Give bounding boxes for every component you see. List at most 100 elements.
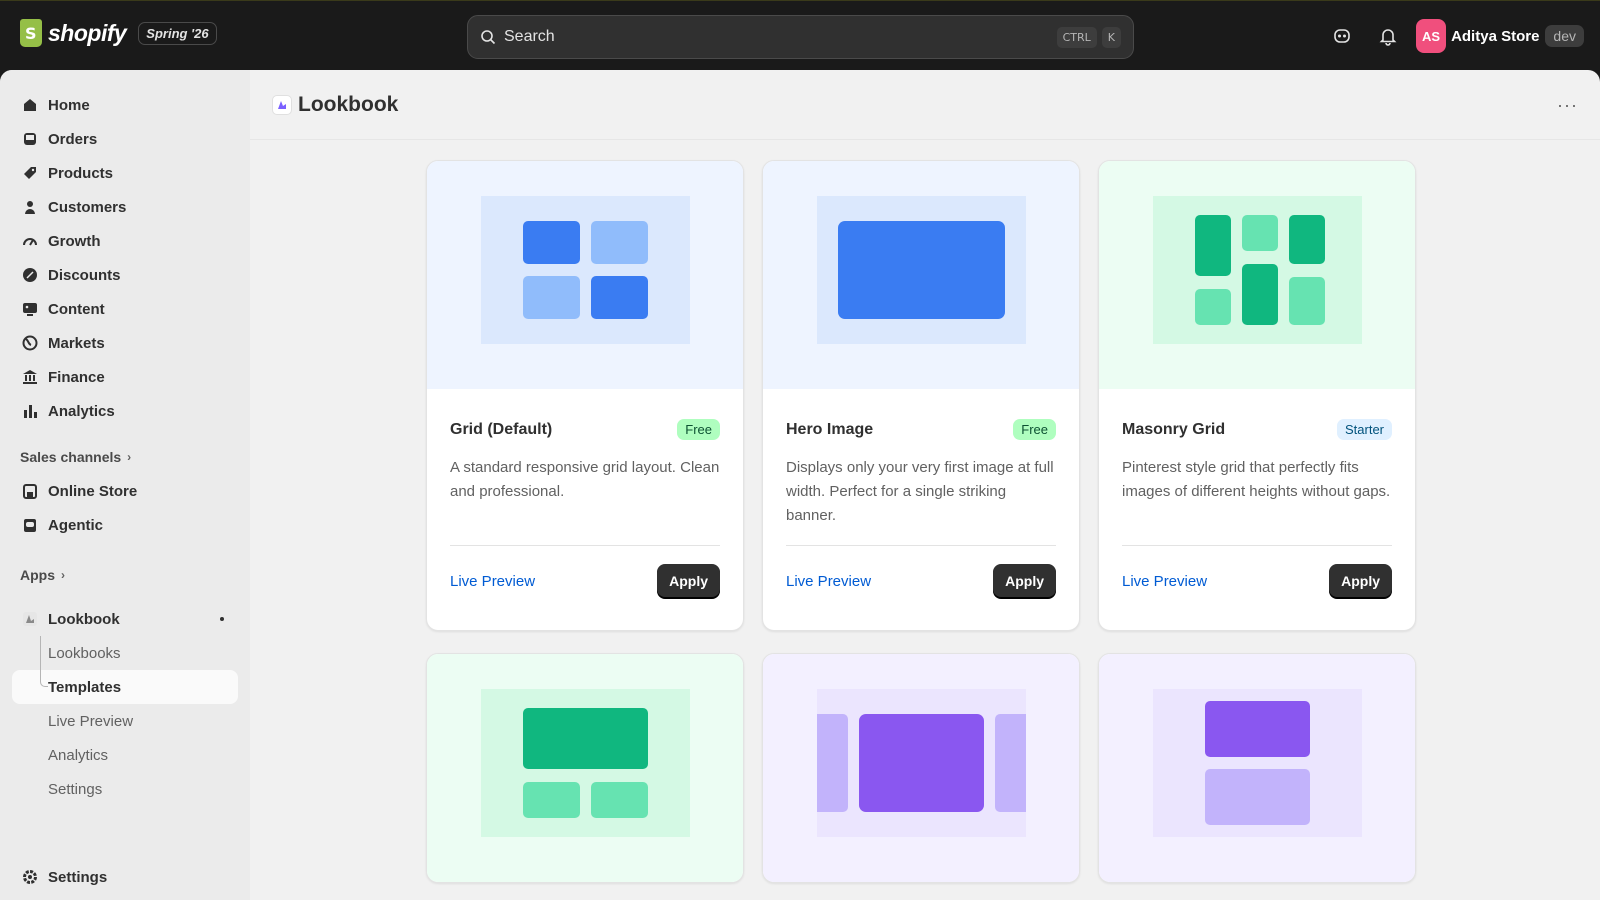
illustration-block [591, 782, 648, 818]
logo-text: shopify [48, 19, 127, 46]
hero-layout-illustration [817, 196, 1026, 344]
avatar[interactable]: AS [1416, 19, 1447, 53]
illustration-block [1195, 289, 1231, 325]
inbox-icon [20, 129, 40, 149]
sidebar-item-settings[interactable]: Settings [12, 860, 107, 894]
sidebar-item-label: Orders [48, 130, 98, 148]
live-preview-link[interactable]: Live Preview [1122, 573, 1207, 590]
template-card-body: Hero Image Free Displays only your very … [763, 389, 1079, 630]
sidekick-icon[interactable] [1324, 18, 1360, 54]
template-description: A standard responsive grid layout. Clean… [450, 459, 720, 500]
template-card: Grid (Default) Free A standard responsiv… [426, 160, 744, 631]
sidebar-item-home[interactable]: Home [12, 88, 238, 122]
plan-badge: Free [1013, 419, 1056, 440]
live-preview-link[interactable]: Live Preview [786, 573, 871, 590]
store-name[interactable]: Aditya Store [1451, 28, 1539, 45]
env-badge: dev [1545, 25, 1584, 47]
illustration-block [523, 708, 648, 769]
template-title: Masonry Grid [1122, 420, 1226, 438]
sidebar-item-agentic[interactable]: Agentic [12, 508, 238, 542]
sidebar-item-products[interactable]: Products [12, 156, 238, 190]
sidebar-item-label: Settings [48, 868, 108, 886]
sidebar-item-online-store[interactable]: Online Store [12, 474, 238, 508]
person-icon [20, 197, 40, 217]
masonry-layout-illustration [1153, 196, 1362, 344]
robot-icon [20, 515, 40, 535]
template-grid: Grid (Default) Free A standard responsiv… [426, 160, 1416, 883]
template-card [426, 653, 744, 883]
gauge-icon [20, 231, 40, 251]
sidebar-item-label: Online Store [48, 482, 138, 500]
gear-icon [20, 867, 40, 887]
sidebar-item-discounts[interactable]: Discounts [12, 258, 238, 292]
sidebar-item-finance[interactable]: Finance [12, 360, 238, 394]
chevron-right-icon: › [61, 568, 65, 582]
divider [1122, 545, 1392, 546]
template-preview [1099, 161, 1415, 389]
illustration-block [1205, 701, 1310, 757]
tag-icon [20, 163, 40, 183]
template-card [1098, 653, 1416, 883]
home-icon [20, 95, 40, 115]
divider [786, 545, 1056, 546]
search-bar[interactable]: CTRL K [467, 15, 1134, 59]
sidebar-subitem-label: Lookbooks [48, 644, 121, 662]
main-content: Lookbook ··· Grid (Default) Free A stand… [250, 70, 1600, 900]
sidebar-item-label: Customers [48, 198, 127, 216]
shopify-bag-icon [20, 19, 42, 47]
sidebar-item-label: Analytics [48, 402, 115, 420]
section-label: Apps [20, 567, 55, 583]
page-title: Lookbook [298, 92, 399, 116]
template-title: Hero Image [786, 420, 874, 438]
sidebar-item-label: Discounts [48, 266, 121, 284]
sidebar-item-label: Growth [48, 232, 101, 250]
template-card: Masonry Grid Starter Pinterest style gri… [1098, 160, 1416, 631]
sidebar-item-label: Content [48, 300, 105, 318]
globe-icon [20, 333, 40, 353]
illustration-block [995, 714, 1026, 812]
shopify-logo[interactable]: shopify Spring '26 [20, 19, 217, 47]
more-actions-button[interactable]: ··· [1557, 95, 1578, 116]
template-preview [763, 161, 1079, 389]
sidebar-item-growth[interactable]: Growth [12, 224, 238, 258]
apply-button[interactable]: Apply [1329, 564, 1392, 598]
template-preview [763, 654, 1079, 882]
grid-layout-illustration [481, 196, 690, 344]
sidebar-item-label: Products [48, 164, 114, 182]
pin-dot [220, 617, 224, 621]
template-card [762, 653, 1080, 883]
illustration-block [1195, 215, 1231, 276]
illustration-block [523, 782, 580, 818]
sidebar-subitem-live-preview[interactable]: Live Preview [12, 704, 238, 738]
tree-line [40, 636, 41, 670]
sidebar-item-label: Home [48, 96, 90, 114]
sidebar-item-orders[interactable]: Orders [12, 122, 238, 156]
sidebar-item-label: Lookbook [48, 610, 120, 628]
apply-button[interactable]: Apply [657, 564, 720, 598]
sidebar-item-analytics[interactable]: Analytics [12, 394, 238, 428]
sidebar-subitem-lookbooks[interactable]: Lookbooks [12, 636, 238, 670]
sidebar-subitem-templates[interactable]: Templates [12, 670, 238, 704]
sales-channels-header[interactable]: Sales channels › [12, 440, 238, 474]
sidebar-item-lookbook[interactable]: Lookbook [12, 602, 238, 636]
admin-shell: Home Orders Products Customers Growth Di… [0, 70, 1600, 900]
top-bar: shopify Spring '26 CTRL K AS Aditya Stor… [0, 0, 1600, 70]
edition-badge: Spring '26 [138, 21, 217, 45]
sidebar-item-content[interactable]: Content [12, 292, 238, 326]
illustration-block [838, 221, 1005, 319]
apps-header[interactable]: Apps › [12, 558, 238, 592]
bell-icon[interactable] [1370, 18, 1406, 54]
kbd-ctrl: CTRL [1056, 26, 1097, 48]
search-input[interactable] [504, 28, 1052, 46]
template-description: Displays only your very first image at f… [786, 459, 1054, 524]
sidebar-subitem-settings[interactable]: Settings [12, 772, 238, 806]
sidebar-subitem-label: Templates [48, 678, 122, 696]
sidebar-item-customers[interactable]: Customers [12, 190, 238, 224]
apply-button[interactable]: Apply [993, 564, 1056, 598]
sidebar-item-markets[interactable]: Markets [12, 326, 238, 360]
illustration-block [859, 714, 984, 812]
illustration-block [1205, 769, 1310, 825]
template-title: Grid (Default) [450, 420, 553, 438]
sidebar-subitem-analytics[interactable]: Analytics [12, 738, 238, 772]
live-preview-link[interactable]: Live Preview [450, 573, 535, 590]
